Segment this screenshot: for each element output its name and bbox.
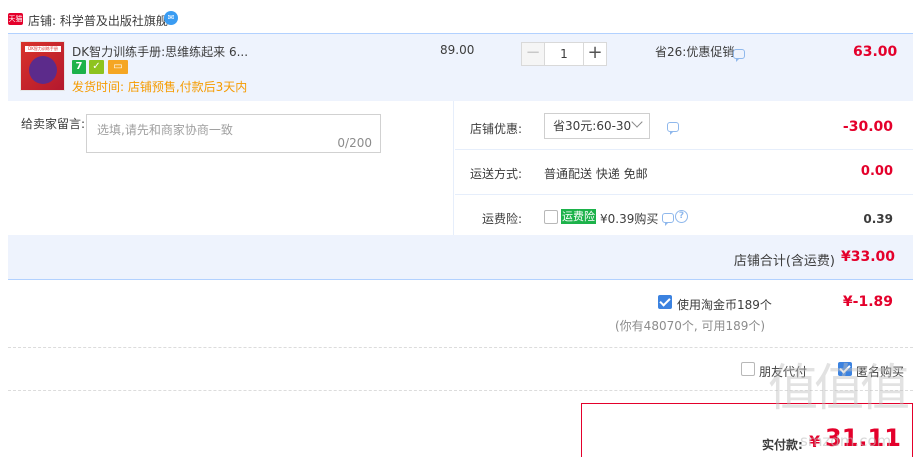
quantity-increase-button[interactable]: + [583,42,607,66]
order-item-row: DK智力训练手册 DK智力训练手册:思维练起来 6... 7 ✓ ▭ 发货时间:… [8,33,913,101]
discount-label: 店铺优惠: [469,122,522,136]
product-thumbnail[interactable]: DK智力训练手册 [20,41,65,91]
item-subtotal: 63.00 [853,44,898,60]
seven-day-return-icon[interactable]: 7 [72,60,86,74]
credit-card-icon[interactable]: ▭ [108,60,128,74]
insurance-badge: 运费险 [561,209,596,224]
shop-total-amount: ¥33.00 [840,249,895,265]
shop-name-link[interactable]: 店铺: 科学普及出版社旗舰 [28,12,168,29]
taojinbi-balance-note: (你有48070个, 可用189个) [615,319,766,333]
chevron-down-icon [631,116,643,128]
discount-chat-icon[interactable] [667,122,679,135]
insurance-chat-icon[interactable] [662,213,674,226]
actual-payment-label: 实付款: [762,438,803,452]
watermark-logo: 值值值 [768,359,910,417]
shipping-label: 运送方式: [469,167,522,181]
message-char-counter: 0/200 [337,136,372,150]
shipping-amount: 0.00 [860,164,893,179]
shop-total-label: 店铺合计(含运费) [733,254,835,269]
unit-price: 89.00 [440,43,475,57]
tmall-shop-icon: 天猫 [8,13,23,25]
ship-time-note: 发货时间: 店铺预售,付款后3天内 [72,80,248,94]
wangwang-chat-icon[interactable]: ✉ [164,11,178,25]
thumbnail-title-strip: DK智力训练手册 [25,46,61,52]
shop-discount-row: 店铺优惠: 省30元:60-30 -30.00 [455,103,913,150]
insurance-amount: 0.39 [863,212,893,226]
quantity-input[interactable]: 1 [545,42,583,66]
shop-header: 天猫 店铺: 科学普及出版社旗舰 ✉ [0,10,921,32]
insurance-checkbox[interactable] [544,210,558,224]
taojinbi-amount: ¥-1.89 [842,294,893,310]
help-icon[interactable]: ? [675,210,688,223]
watermark-url: smzdm.com [800,432,892,450]
product-title-link[interactable]: DK智力训练手册:思维练起来 6... [72,43,248,60]
certified-badge-icon[interactable]: ✓ [89,60,104,74]
message-textarea[interactable]: 选填,请先和商家协商一致 0/200 [86,114,381,153]
shipping-method-value: 普通配送 快递 免邮 [544,167,648,181]
shipping-insurance-row: 运费险: 运费险 ¥0.39购买 ? 0.39 [455,195,913,240]
discount-select-value: 省30元:60-30 [553,119,632,133]
taojinbi-label[interactable]: 使用淘金币189个 [677,296,772,313]
discount-select[interactable]: 省30元:60-30 [544,113,650,139]
thumbnail-tree-graphic [29,56,57,84]
taojinbi-checkbox[interactable] [658,295,672,309]
friend-pay-checkbox[interactable] [741,362,755,376]
insurance-label: 运费险: [481,212,522,226]
discount-amount: -30.00 [842,119,893,135]
quantity-decrease-button[interactable]: − [521,42,545,66]
promotion-text: 省26:优惠促销 [655,45,735,59]
shipping-method-row: 运送方式: 普通配送 快递 免邮 0.00 [455,150,913,195]
shop-total-row: 店铺合计(含运费) ¥33.00 [8,235,913,280]
message-placeholder: 选填,请先和商家协商一致 [97,123,233,137]
insurance-price: ¥0.39购买 [600,212,659,226]
promotion-chat-icon[interactable] [733,49,745,62]
message-label: 给卖家留言: [21,117,86,131]
